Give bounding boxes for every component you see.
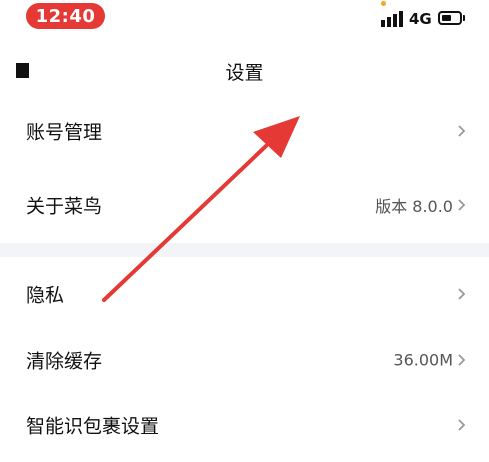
settings-row-account[interactable]: 账号管理 [0, 94, 489, 168]
status-time: 12:40 [26, 3, 105, 29]
row-label: 关于菜鸟 [26, 195, 103, 218]
row-label: 隐私 [26, 284, 65, 307]
signal-icon [381, 11, 403, 27]
settings-row-privacy[interactable]: 隐私 [0, 257, 489, 331]
version-value: 版本 8.0.0 [375, 197, 453, 216]
settings-row-smart-parcel[interactable]: 智能识包裹设置 [0, 388, 489, 462]
section-divider [0, 243, 489, 257]
settings-row-about[interactable]: 关于菜鸟 版本 8.0.0 [0, 168, 489, 242]
chevron-right-icon [458, 199, 466, 211]
network-type: 4G [409, 10, 432, 28]
row-label: 账号管理 [26, 121, 103, 144]
notification-dot-icon [381, 1, 386, 6]
chevron-right-icon [458, 125, 466, 137]
nav-bar: 设置 [0, 48, 489, 92]
status-bar: 12:40 4G [0, 0, 489, 34]
cache-size-value: 36.00M [393, 350, 453, 370]
page-title: 设置 [225, 62, 264, 84]
battery-level [442, 15, 451, 21]
row-label: 智能识包裹设置 [26, 415, 160, 438]
chevron-right-icon [458, 354, 466, 366]
settings-row-clear-cache[interactable]: 清除缓存 36.00M [0, 323, 489, 397]
battery-tip-icon [463, 15, 465, 21]
chevron-right-icon [458, 288, 466, 300]
chevron-right-icon [458, 419, 466, 431]
battery-icon [438, 11, 462, 25]
row-label: 清除缓存 [26, 350, 103, 373]
